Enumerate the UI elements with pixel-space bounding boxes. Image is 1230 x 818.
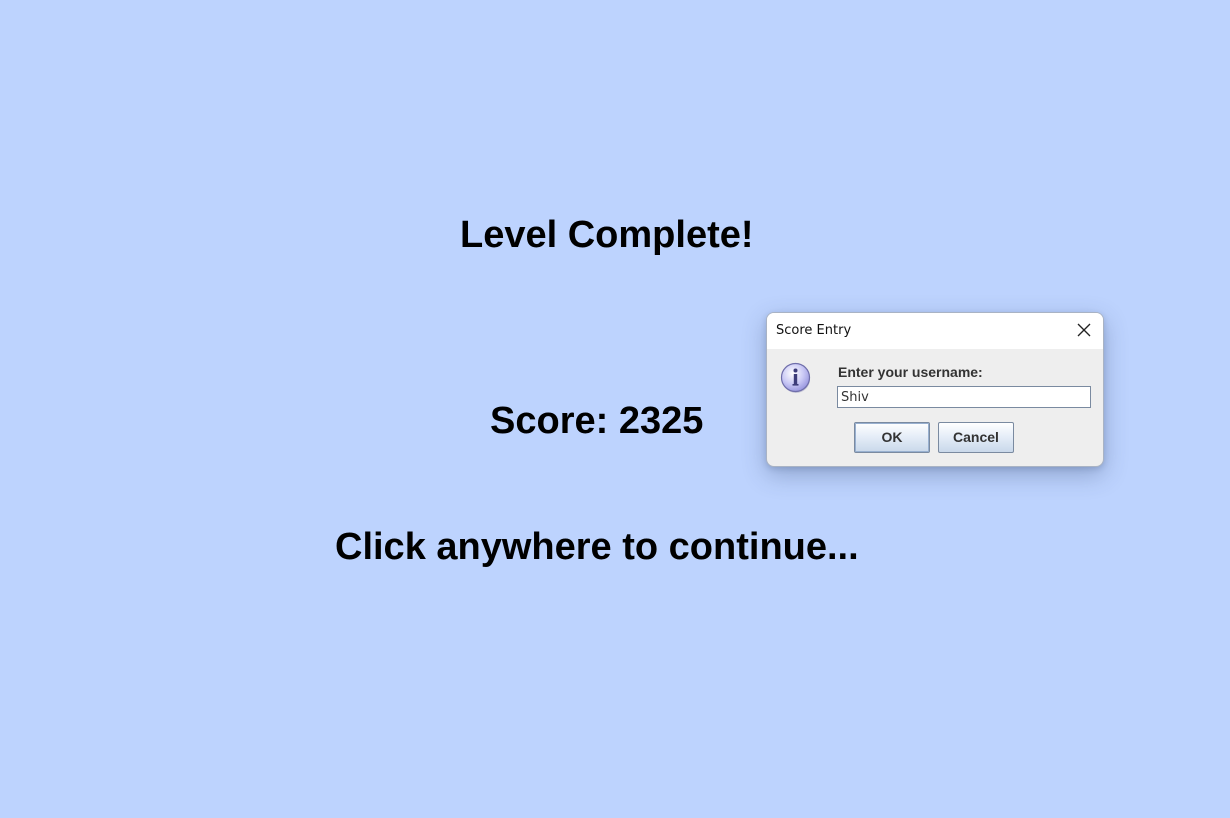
score-entry-dialog: Score Entry Enter your username: Shiv OK… bbox=[766, 312, 1104, 467]
username-input[interactable] bbox=[837, 386, 1091, 408]
info-icon bbox=[780, 362, 812, 394]
dialog-title: Score Entry bbox=[776, 323, 852, 338]
level-complete-heading: Level Complete! bbox=[460, 214, 754, 256]
score-display: Score: 2325 bbox=[490, 400, 704, 442]
username-prompt-label: Enter your username: bbox=[838, 364, 983, 380]
ok-button[interactable]: OK bbox=[854, 422, 930, 453]
close-icon[interactable] bbox=[1075, 321, 1093, 339]
continue-prompt: Click anywhere to continue... bbox=[335, 526, 859, 568]
dialog-titlebar[interactable]: Score Entry bbox=[767, 313, 1103, 349]
cancel-button[interactable]: Cancel bbox=[938, 422, 1014, 453]
